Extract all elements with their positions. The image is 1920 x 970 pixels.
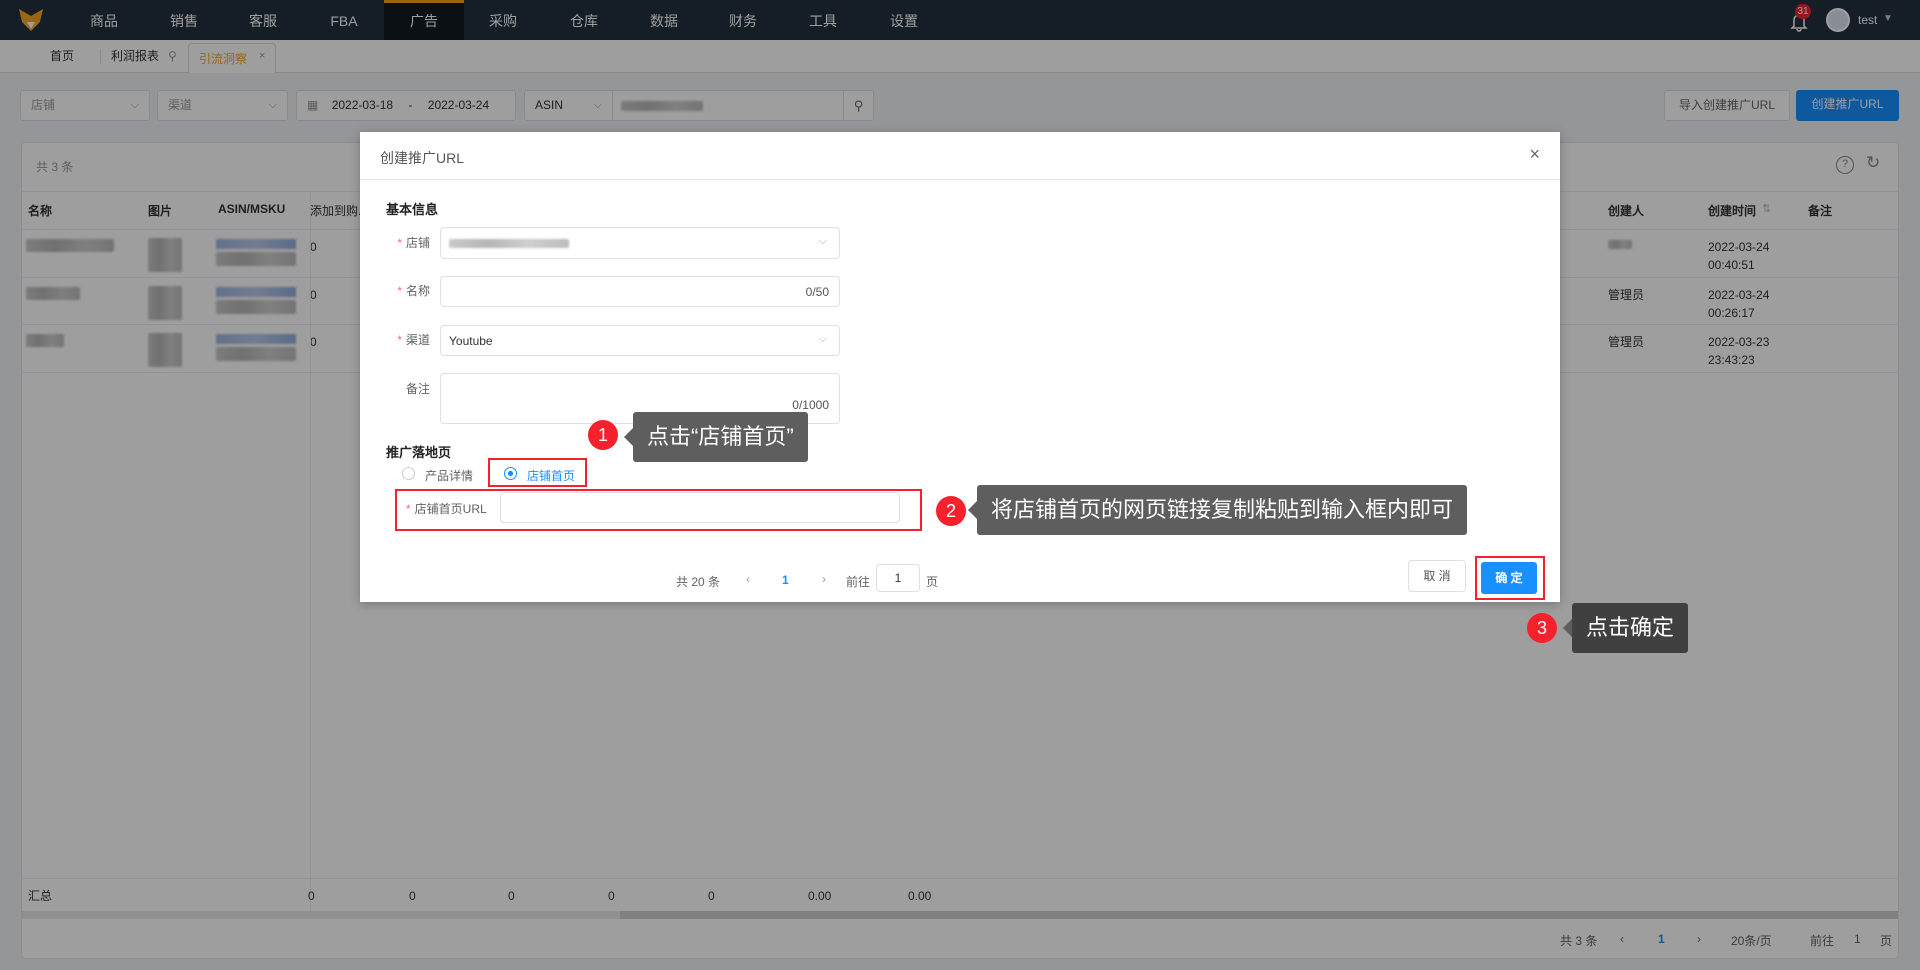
blurred-store-name xyxy=(449,239,569,248)
channel-select[interactable]: Youtube ⌵ xyxy=(440,325,840,356)
remark-char-count: 0/1000 xyxy=(792,398,829,412)
step-3-badge: 3 xyxy=(1527,613,1557,643)
name-label-text: 名称 xyxy=(405,284,430,298)
dialog-page-number[interactable]: 1 xyxy=(782,573,789,587)
store-label-text: 店铺 xyxy=(405,236,430,250)
radio-product-detail-label[interactable]: 产品详情 xyxy=(425,467,473,484)
chevron-down-icon: ⌵ xyxy=(818,235,827,247)
dialog-goto-label: 前往 xyxy=(846,575,871,589)
confirm-button[interactable]: 确 定 xyxy=(1481,562,1537,594)
store-url-label: * 店铺首页URL xyxy=(406,502,487,516)
store-select[interactable]: ⌵ xyxy=(440,227,840,259)
dialog-pagination-total: 共 20 条 xyxy=(676,575,721,589)
channel-label-text: 渠道 xyxy=(405,333,430,347)
radio-store-home[interactable] xyxy=(504,467,517,480)
step-2-callout: 将店铺首页的网页链接复制粘贴到输入框内即可 xyxy=(967,485,1468,535)
step-1-callout: 点击“店铺首页” xyxy=(624,412,808,462)
store-url-label-text: 店铺首页URL xyxy=(414,502,487,516)
next-page-icon[interactable]: › xyxy=(822,572,826,586)
dialog-title: 创建推广URL xyxy=(380,150,465,166)
channel-value: Youtube xyxy=(449,334,493,348)
name-label: * 名称 xyxy=(397,284,430,298)
store-url-input[interactable] xyxy=(500,492,900,523)
name-input[interactable]: 0/50 xyxy=(440,276,840,307)
channel-label: * 渠道 xyxy=(397,333,430,347)
section-basic-info: 基本信息 xyxy=(386,202,439,217)
dialog-page-suffix: 页 xyxy=(926,575,939,589)
dialog-goto-input[interactable]: 1 xyxy=(876,564,920,592)
chevron-down-icon: ⌵ xyxy=(818,333,827,345)
cancel-button[interactable]: 取 消 xyxy=(1408,560,1466,592)
step-2-badge: 2 xyxy=(936,496,966,526)
name-char-count: 0/50 xyxy=(805,285,829,299)
store-label: * 店铺 xyxy=(397,236,430,250)
section-landing-page: 推广落地页 xyxy=(386,445,452,460)
divider xyxy=(360,179,1560,180)
radio-product-detail[interactable] xyxy=(402,467,415,480)
prev-page-icon[interactable]: ‹ xyxy=(746,572,750,586)
step-1-badge: 1 xyxy=(588,420,618,450)
remark-label: 备注 xyxy=(405,382,430,396)
step-3-callout: 点击确定 xyxy=(1562,603,1689,653)
radio-store-home-label[interactable]: 店铺首页 xyxy=(527,467,575,484)
close-icon[interactable]: × xyxy=(1529,144,1540,165)
